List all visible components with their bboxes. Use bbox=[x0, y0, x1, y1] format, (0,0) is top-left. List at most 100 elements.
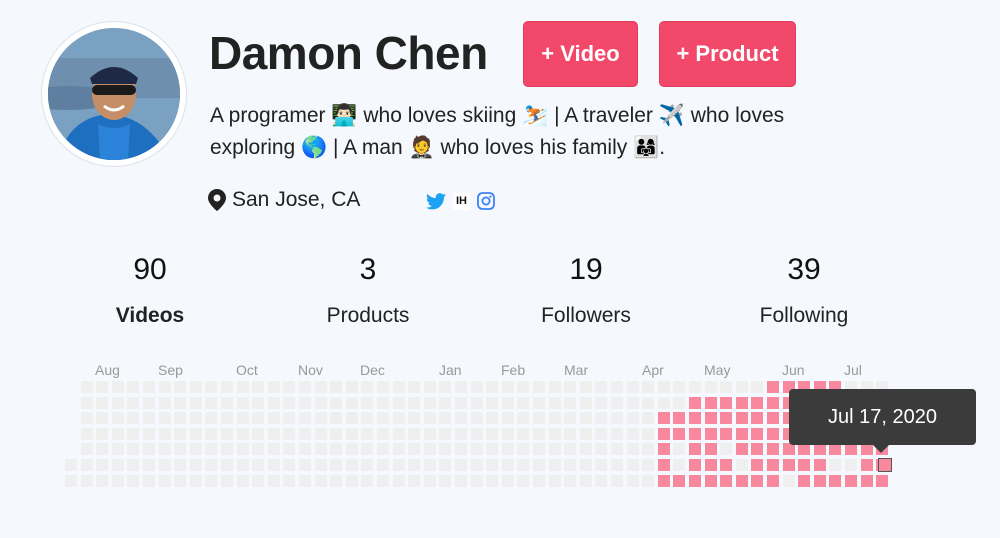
calendar-day-cell[interactable] bbox=[454, 411, 468, 426]
calendar-day-cell[interactable] bbox=[126, 395, 141, 410]
calendar-day-cell[interactable] bbox=[79, 458, 94, 472]
calendar-day-cell[interactable] bbox=[438, 442, 453, 457]
calendar-day-cell[interactable] bbox=[547, 458, 562, 472]
calendar-day-cell[interactable] bbox=[157, 380, 172, 394]
calendar-day-cell[interactable] bbox=[563, 458, 578, 472]
calendar-day-cell[interactable] bbox=[204, 411, 219, 426]
calendar-day-cell[interactable] bbox=[594, 442, 609, 457]
calendar-day-cell[interactable] bbox=[360, 473, 375, 488]
calendar-day-cell[interactable] bbox=[110, 458, 125, 472]
calendar-day-cell[interactable] bbox=[220, 458, 234, 472]
calendar-day-cell[interactable] bbox=[719, 442, 734, 457]
calendar-day-cell[interactable] bbox=[656, 426, 671, 441]
calendar-day-cell[interactable] bbox=[516, 395, 531, 410]
calendar-day-cell[interactable] bbox=[220, 426, 234, 441]
calendar-day-cell[interactable] bbox=[516, 473, 531, 488]
calendar-day-cell[interactable] bbox=[376, 426, 390, 441]
calendar-day-cell[interactable] bbox=[251, 442, 266, 457]
stat-following[interactable]: 39 Following bbox=[724, 250, 884, 328]
calendar-day-cell[interactable] bbox=[157, 395, 172, 410]
calendar-day-cell[interactable] bbox=[126, 426, 141, 441]
calendar-day-cell[interactable] bbox=[251, 426, 266, 441]
calendar-day-cell[interactable] bbox=[220, 395, 234, 410]
calendar-day-cell[interactable] bbox=[469, 380, 484, 394]
calendar-day-cell[interactable] bbox=[157, 458, 172, 472]
calendar-day-cell[interactable] bbox=[688, 458, 702, 472]
calendar-day-cell[interactable] bbox=[360, 411, 375, 426]
calendar-day-cell[interactable] bbox=[610, 442, 624, 457]
calendar-day-cell[interactable] bbox=[766, 395, 780, 410]
calendar-day-cell[interactable] bbox=[500, 395, 515, 410]
calendar-day-cell[interactable] bbox=[485, 411, 500, 426]
calendar-day-cell[interactable] bbox=[251, 458, 266, 472]
calendar-day-cell[interactable] bbox=[329, 442, 344, 457]
calendar-day-cell[interactable] bbox=[157, 426, 172, 441]
calendar-day-cell[interactable] bbox=[641, 380, 656, 394]
calendar-day-cell[interactable] bbox=[95, 442, 110, 457]
calendar-day-cell[interactable] bbox=[563, 473, 578, 488]
calendar-day-cell[interactable] bbox=[750, 473, 765, 488]
calendar-day-cell[interactable] bbox=[719, 473, 734, 488]
calendar-day-cell[interactable] bbox=[641, 473, 656, 488]
avatar[interactable] bbox=[42, 22, 186, 166]
calendar-day-cell[interactable] bbox=[516, 380, 531, 394]
calendar-day-cell[interactable] bbox=[578, 442, 593, 457]
calendar-day-cell[interactable] bbox=[500, 426, 515, 441]
calendar-day-cell[interactable] bbox=[750, 442, 765, 457]
calendar-day-cell[interactable] bbox=[329, 473, 344, 488]
calendar-day-cell[interactable] bbox=[110, 442, 125, 457]
calendar-day-cell[interactable] bbox=[79, 426, 94, 441]
calendar-day-cell[interactable] bbox=[703, 411, 718, 426]
calendar-day-cell[interactable] bbox=[500, 442, 515, 457]
stat-followers[interactable]: 19 Followers bbox=[506, 250, 666, 328]
calendar-day-cell[interactable] bbox=[173, 411, 188, 426]
calendar-day-cell[interactable] bbox=[64, 473, 78, 488]
calendar-day-cell[interactable] bbox=[656, 395, 671, 410]
calendar-day-cell[interactable] bbox=[438, 473, 453, 488]
calendar-day-cell[interactable] bbox=[376, 442, 390, 457]
calendar-day-cell[interactable] bbox=[391, 411, 406, 426]
instagram-icon[interactable] bbox=[477, 192, 495, 210]
calendar-day-cell[interactable] bbox=[688, 442, 702, 457]
calendar-day-cell[interactable] bbox=[734, 395, 749, 410]
calendar-day-cell[interactable] bbox=[251, 380, 266, 394]
calendar-day-cell[interactable] bbox=[594, 458, 609, 472]
calendar-day-cell[interactable] bbox=[750, 458, 765, 472]
calendar-day-cell[interactable] bbox=[142, 458, 156, 472]
calendar-day-cell[interactable] bbox=[376, 395, 390, 410]
calendar-day-cell[interactable] bbox=[688, 380, 702, 394]
calendar-day-cell[interactable] bbox=[95, 395, 110, 410]
calendar-day-cell[interactable] bbox=[407, 395, 422, 410]
calendar-day-cell[interactable] bbox=[266, 395, 281, 410]
calendar-day-cell[interactable] bbox=[532, 411, 546, 426]
calendar-day-cell[interactable] bbox=[454, 426, 468, 441]
calendar-day-cell[interactable] bbox=[766, 380, 780, 394]
calendar-day-cell[interactable] bbox=[95, 458, 110, 472]
calendar-day-cell[interactable] bbox=[95, 411, 110, 426]
calendar-day-cell[interactable] bbox=[781, 458, 796, 472]
calendar-day-cell[interactable] bbox=[485, 473, 500, 488]
calendar-day-cell[interactable] bbox=[282, 380, 297, 394]
calendar-day-cell[interactable] bbox=[734, 380, 749, 394]
calendar-day-cell[interactable] bbox=[594, 473, 609, 488]
calendar-day-cell[interactable] bbox=[812, 473, 827, 488]
calendar-day-cell[interactable] bbox=[750, 395, 765, 410]
calendar-day-cell[interactable] bbox=[438, 426, 453, 441]
calendar-day-cell[interactable] bbox=[594, 380, 609, 394]
calendar-day-cell[interactable] bbox=[844, 473, 858, 488]
calendar-day-cell[interactable] bbox=[313, 426, 328, 441]
calendar-day-selected[interactable] bbox=[878, 458, 893, 472]
calendar-day-cell[interactable] bbox=[766, 426, 780, 441]
calendar-day-cell[interactable] bbox=[282, 473, 297, 488]
calendar-day-cell[interactable] bbox=[532, 380, 546, 394]
calendar-day-cell[interactable] bbox=[360, 380, 375, 394]
calendar-day-cell[interactable] bbox=[438, 380, 453, 394]
calendar-day-cell[interactable] bbox=[298, 442, 312, 457]
calendar-day-cell[interactable] bbox=[547, 380, 562, 394]
calendar-day-cell[interactable] bbox=[532, 395, 546, 410]
calendar-day-cell[interactable] bbox=[110, 426, 125, 441]
calendar-day-cell[interactable] bbox=[563, 380, 578, 394]
calendar-day-cell[interactable] bbox=[485, 380, 500, 394]
calendar-day-cell[interactable] bbox=[438, 458, 453, 472]
calendar-day-cell[interactable] bbox=[173, 442, 188, 457]
